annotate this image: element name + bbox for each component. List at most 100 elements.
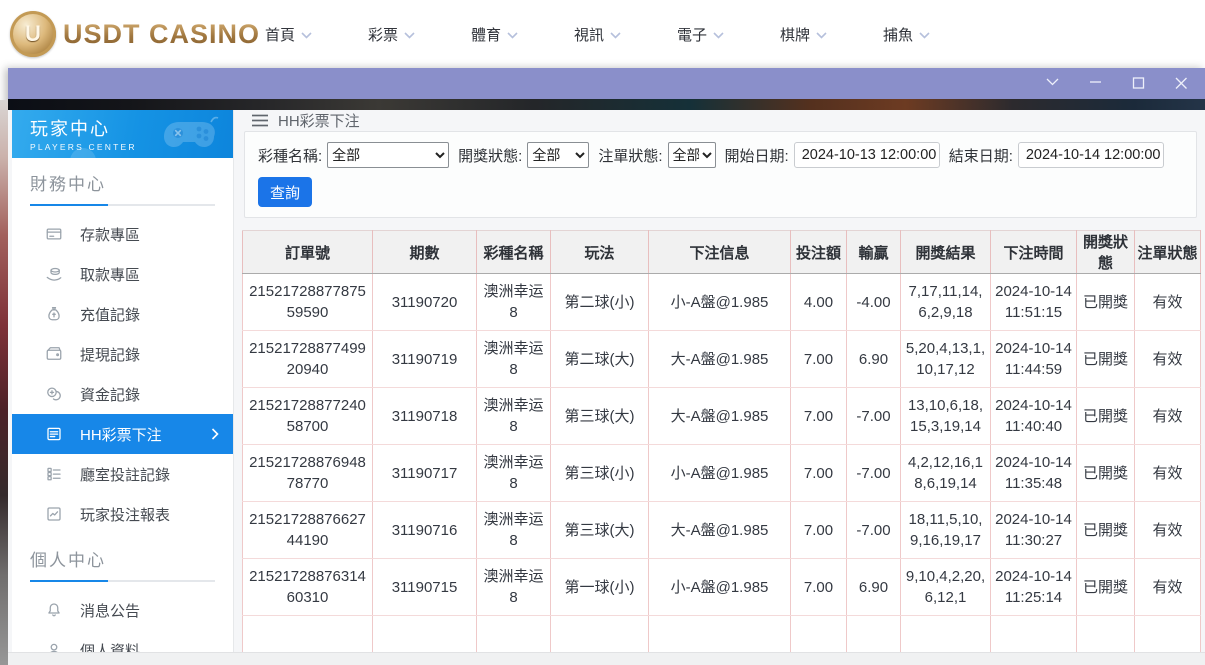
sidebar-item-label: 消息公告 [80, 600, 140, 621]
sidebar-item-label: 取款專區 [80, 264, 140, 285]
close-button[interactable] [1173, 76, 1189, 92]
nav-item-2[interactable]: 體育 [443, 24, 546, 45]
cell: 第三球(小) [551, 445, 649, 502]
nav-item-5[interactable]: 棋牌 [752, 24, 855, 45]
cell: 大-A盤@1.985 [649, 388, 791, 445]
sidebar: 玩家中心 PLAYERS CENTER 財務中心存款專區取款專區充值記錄提現記錄… [12, 110, 234, 652]
chevron-down-icon [404, 26, 415, 43]
cell: 小-A盤@1.985 [649, 559, 791, 616]
sidebar-item-label: 資金記錄 [80, 384, 140, 405]
nav-item-label: 棋牌 [780, 24, 810, 45]
cell: 2152172887787559590 [243, 274, 373, 331]
cell: 31190718 [373, 388, 477, 445]
minimize-button[interactable] [1087, 76, 1103, 92]
lottery-name-select[interactable]: 全部 [327, 142, 449, 168]
column-header: 下注時間 [991, 231, 1077, 274]
close-icon [1175, 77, 1188, 90]
column-header: 訂單號 [243, 231, 373, 274]
hamburger-menu-icon[interactable] [252, 114, 268, 127]
cell: 31190716 [373, 502, 477, 559]
order-status-select[interactable]: 全部 [668, 142, 716, 168]
sidebar-item-0-0[interactable]: 存款專區 [12, 214, 233, 254]
draw-status-select[interactable]: 全部 [527, 142, 589, 168]
cell: 2024-10-14 11:51:15 [991, 274, 1077, 331]
money-bag-icon [45, 305, 63, 323]
cell: 2024-10-14 11:25:14 [991, 559, 1077, 616]
cell [1135, 616, 1201, 653]
nav-item-label: 體育 [471, 24, 501, 45]
site-logo: U USDT CASINO [10, 11, 260, 57]
horizontal-scrollbar[interactable] [8, 652, 1205, 665]
table-row-5: 215217288763146031031190715澳洲幸运8第一球(小)小-… [243, 559, 1201, 616]
order-status-label: 注單狀態: [598, 145, 662, 166]
section-underline [30, 580, 215, 582]
sidebar-section-0: 財務中心存款專區取款專區充值記錄提現記錄資金記錄HH彩票下注廳室投註記錄玩家投注… [12, 158, 233, 534]
sidebar-item-0-5[interactable]: HH彩票下注 [12, 414, 233, 454]
cell: 4.00 [791, 274, 847, 331]
cell: 已開獎 [1077, 274, 1135, 331]
background-photo-strip [0, 100, 8, 665]
start-date-label: 開始日期: [725, 145, 789, 166]
minus-icon [1089, 77, 1102, 90]
sidebar-item-0-4[interactable]: 資金記錄 [12, 374, 233, 414]
sidebar-item-label: 玩家投注報表 [80, 504, 170, 525]
nav-item-6[interactable]: 捕魚 [855, 24, 958, 45]
column-header: 開獎結果 [901, 231, 991, 274]
end-date-input[interactable] [1018, 142, 1164, 168]
maximize-button[interactable] [1130, 76, 1146, 92]
cell: 第二球(大) [551, 331, 649, 388]
cell: 13,10,6,18,15,3,19,14 [901, 388, 991, 445]
sidebar-item-1-1[interactable]: 個人資料 [12, 630, 233, 652]
cell: 有效 [1135, 559, 1201, 616]
bell-icon [45, 601, 63, 619]
nav-item-4[interactable]: 電子 [649, 24, 752, 45]
table-row-4: 215217288766274419031190716澳洲幸运8第三球(大)大-… [243, 502, 1201, 559]
sidebar-item-0-6[interactable]: 廳室投註記錄 [12, 454, 233, 494]
nav-item-0[interactable]: 首頁 [237, 24, 340, 45]
sidebar-item-0-7[interactable]: 玩家投注報表 [12, 494, 233, 534]
collapse-button[interactable] [1044, 76, 1060, 92]
cell: 2152172887631460310 [243, 559, 373, 616]
sidebar-item-0-3[interactable]: 提現記錄 [12, 334, 233, 374]
site-top-bar: U USDT CASINO 首頁彩票 體育 視訊電子 棋牌 捕魚 [0, 0, 1205, 68]
cell: 第三球(大) [551, 388, 649, 445]
sidebar-item-1-0[interactable]: 消息公告 [12, 590, 233, 630]
sidebar-item-0-1[interactable]: 取款專區 [12, 254, 233, 294]
cell [649, 616, 791, 653]
user-icon [45, 641, 63, 652]
cell: 18,11,5,10,9,16,19,17 [901, 502, 991, 559]
bets-table: 訂單號期數彩種名稱玩法下注信息投注額輸贏開獎結果下注時間開獎狀態注單狀態 215… [242, 230, 1201, 652]
chevron-down-icon [301, 26, 312, 43]
column-header: 玩法 [551, 231, 649, 274]
cell [791, 616, 847, 653]
logo-letter: U [25, 21, 41, 47]
player-center-window: 玩家中心 PLAYERS CENTER 財務中心存款專區取款專區充值記錄提現記錄… [8, 68, 1205, 665]
cell: 2024-10-14 11:40:40 [991, 388, 1077, 445]
column-header: 注單狀態 [1135, 231, 1201, 274]
table-row-3: 215217288769487877031190717澳洲幸运8第三球(小)小-… [243, 445, 1201, 502]
lottery-name-label: 彩種名稱: [258, 145, 322, 166]
nav-item-3[interactable]: 視訊 [546, 24, 649, 45]
cell: 已開獎 [1077, 502, 1135, 559]
cell: 7.00 [791, 388, 847, 445]
column-header: 下注信息 [649, 231, 791, 274]
column-header: 投注額 [791, 231, 847, 274]
cell: 7.00 [791, 559, 847, 616]
sidebar-item-0-2[interactable]: 充值記錄 [12, 294, 233, 334]
cell: 2152172887662744190 [243, 502, 373, 559]
sidebar-header: 玩家中心 PLAYERS CENTER [12, 110, 233, 158]
nav-item-1[interactable]: 彩票 [340, 24, 443, 45]
cell: 有效 [1135, 274, 1201, 331]
logo-text: USDT CASINO [63, 19, 260, 50]
search-button[interactable]: 查詢 [258, 177, 312, 207]
content-header: HH彩票下注 [234, 110, 1205, 131]
cell [243, 616, 373, 653]
table-row-0: 215217288778755959031190720澳洲幸运8第二球(小)小-… [243, 274, 1201, 331]
cell: 小-A盤@1.985 [649, 274, 791, 331]
cell: 7,17,11,14,6,2,9,18 [901, 274, 991, 331]
start-date-input[interactable] [794, 142, 940, 168]
gamepad-icon [161, 114, 219, 154]
cell [373, 616, 477, 653]
column-header: 期數 [373, 231, 477, 274]
sidebar-section-title: 個人中心 [12, 546, 233, 571]
